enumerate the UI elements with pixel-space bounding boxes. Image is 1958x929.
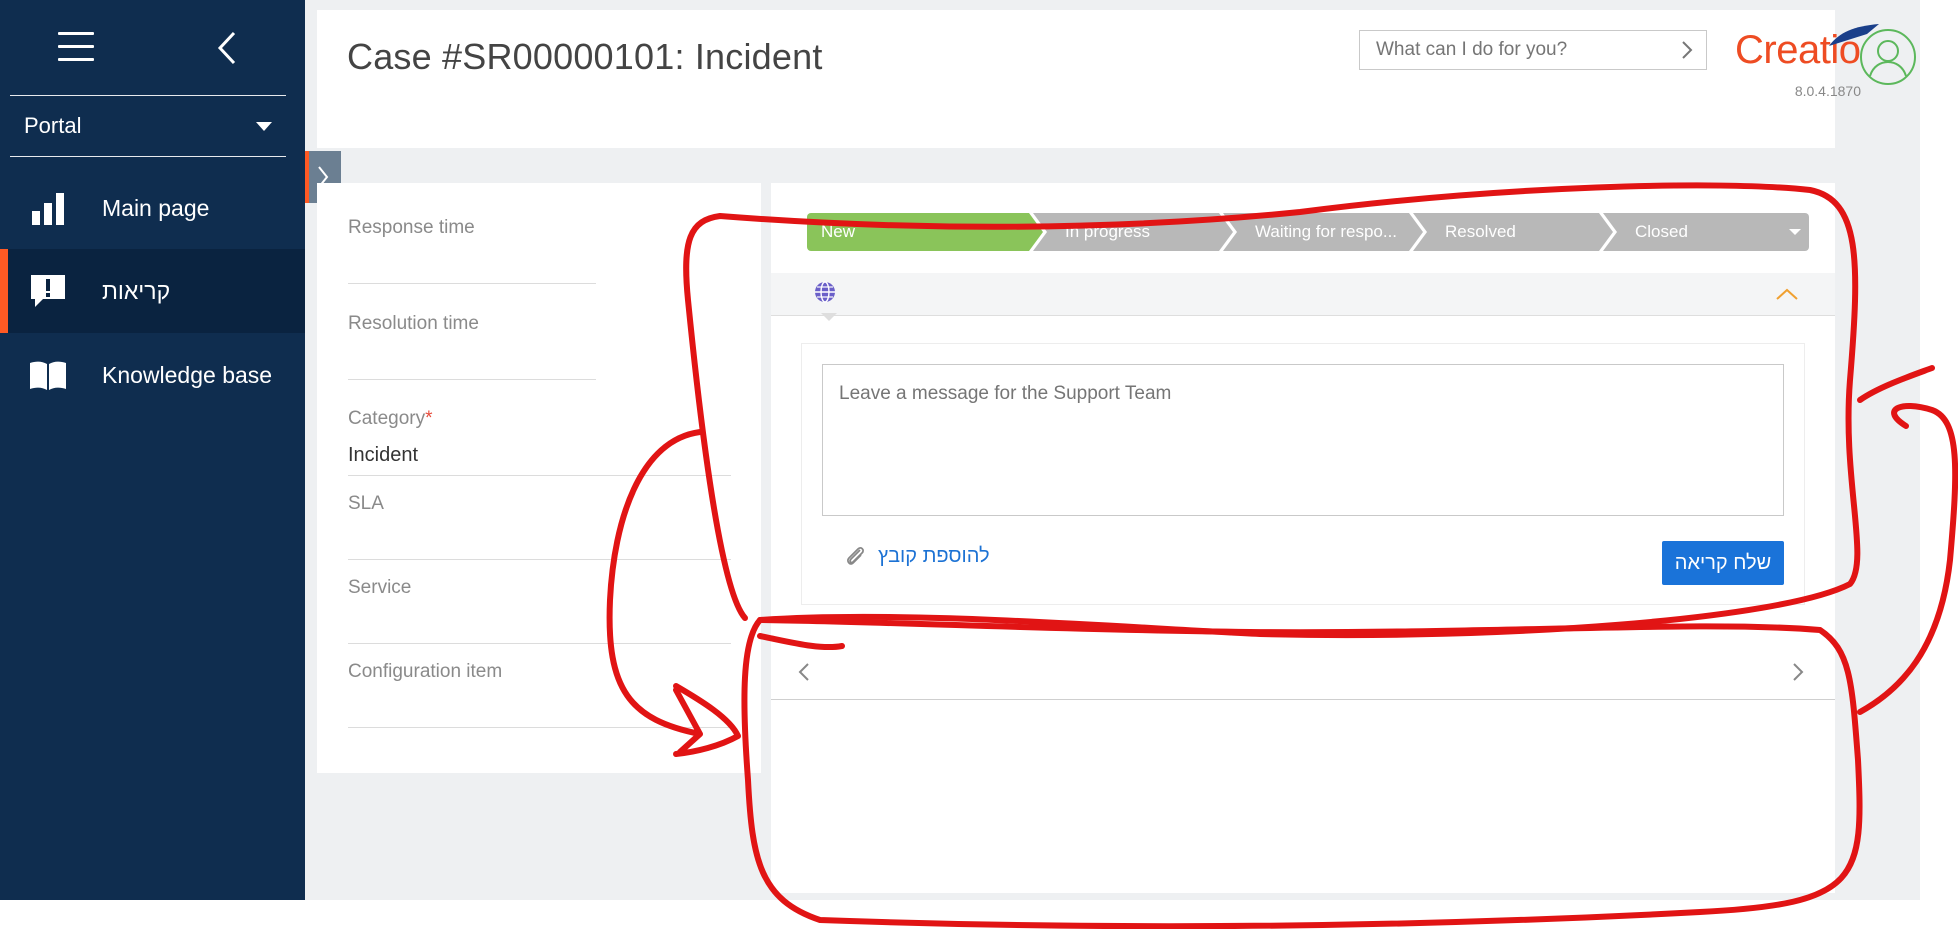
field-underline [348, 559, 731, 560]
case-fields-panel: Response time Resolution time Category* … [317, 183, 761, 773]
stage-closed[interactable]: Closed [1603, 213, 1809, 251]
field-sla[interactable]: SLA [348, 493, 384, 515]
portal-select-label: Portal [24, 113, 82, 138]
sidebar-top [0, 0, 305, 95]
message-input[interactable] [822, 364, 1784, 516]
case-detail-panel: New In progress Waiting for respo... Res… [771, 183, 1835, 893]
feed-navigation [771, 643, 1835, 700]
paperclip-icon [847, 547, 864, 565]
field-underline [348, 283, 596, 284]
menu-icon[interactable] [58, 32, 94, 61]
attach-file-link[interactable]: להוספת קובץ [844, 544, 990, 568]
caret-down-icon [256, 121, 272, 131]
sidebar: Portal Main page קריאות Knowledge base [0, 0, 305, 900]
chevron-left-icon[interactable] [212, 30, 242, 66]
message-card: להוספת קובץ שלח קריאה [801, 343, 1805, 605]
command-search[interactable] [1359, 30, 1707, 70]
tabs-bar [771, 273, 1835, 321]
sidebar-divider [10, 156, 286, 157]
message-composer: להוספת קובץ שלח קריאה [801, 343, 1805, 605]
field-service[interactable]: Service [348, 577, 411, 599]
stage-resolved[interactable]: Resolved [1413, 213, 1613, 251]
category-value[interactable]: Incident [348, 444, 433, 467]
globe-icon[interactable] [813, 280, 837, 304]
field-label: Configuration item [348, 661, 503, 682]
sidebar-item-cases[interactable]: קריאות [0, 249, 305, 333]
chevron-left-icon[interactable] [797, 661, 811, 683]
field-label: Resolution time [348, 313, 479, 334]
field-underline [348, 727, 731, 728]
bar-chart-icon [28, 188, 68, 228]
attach-file-label: להוספת קובץ [878, 544, 990, 567]
sidebar-item-main-page[interactable]: Main page [0, 166, 305, 250]
sidebar-item-knowledge-base[interactable]: Knowledge base [0, 333, 305, 417]
send-case-button[interactable]: שלח קריאה [1662, 541, 1784, 585]
field-label: Service [348, 577, 412, 598]
field-label: SLA [348, 493, 384, 514]
tab-pointer [821, 313, 837, 321]
book-icon [28, 355, 68, 395]
portal-select[interactable]: Portal [10, 96, 286, 156]
main-area: Case #SR00000101: Incident Creatio 8.0.4… [305, 0, 1920, 900]
sidebar-item-label: קריאות [102, 277, 171, 304]
stage-waiting[interactable]: Waiting for respo... [1223, 213, 1423, 251]
chevron-right-icon[interactable] [1680, 39, 1694, 61]
alert-comment-icon [28, 271, 68, 311]
page-header: Case #SR00000101: Incident Creatio 8.0.4… [317, 10, 1916, 148]
chevron-up-icon[interactable] [1775, 287, 1799, 301]
field-underline [348, 379, 596, 380]
caret-down-icon[interactable] [1789, 229, 1801, 235]
field-underline [348, 475, 731, 476]
sidebar-item-label: Knowledge base [102, 361, 273, 388]
field-label: Response time [348, 217, 475, 238]
user-avatar-icon[interactable] [1859, 28, 1917, 86]
page-title: Case #SR00000101: Incident [347, 36, 823, 77]
stage-in-progress[interactable]: In progress [1033, 213, 1233, 251]
field-resolution-time: Resolution time [348, 313, 479, 335]
required-mark: * [425, 408, 433, 429]
field-configuration-item[interactable]: Configuration item [348, 661, 502, 683]
field-category[interactable]: Category* Incident [348, 408, 433, 467]
sidebar-item-label: Main page [102, 194, 210, 221]
stage-bar: New In progress Waiting for respo... Res… [807, 213, 1809, 251]
field-response-time: Response time [348, 217, 475, 239]
stage-new[interactable]: New [807, 213, 1043, 251]
search-input[interactable] [1374, 38, 1668, 62]
version-label: 8.0.4.1870 [1794, 83, 1861, 99]
stage-label: Closed [1635, 222, 1688, 241]
field-label: Category* [348, 408, 433, 429]
field-underline [348, 643, 731, 644]
chevron-right-icon[interactable] [1791, 661, 1805, 683]
